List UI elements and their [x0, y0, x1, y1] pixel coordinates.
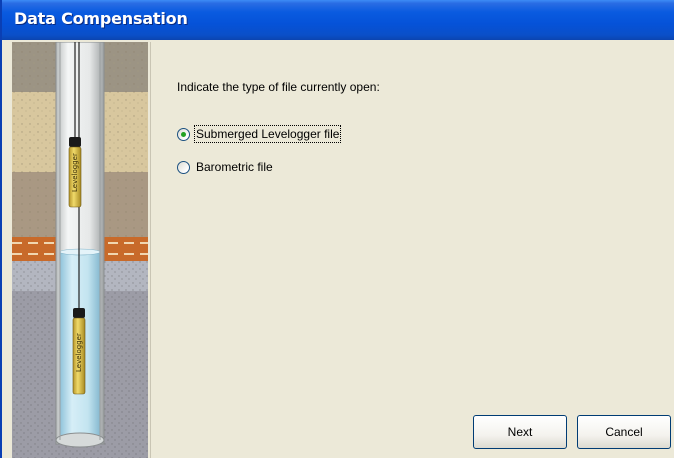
radio-option-barometric[interactable]: Barometric file	[177, 160, 273, 174]
radio-label-barometric[interactable]: Barometric file	[196, 160, 273, 174]
radio-button-barometric[interactable]	[177, 160, 190, 174]
upper-logger-label: Levelogger	[71, 153, 79, 192]
well-illustration: Levelogger Levelogger	[12, 42, 148, 458]
content-panel: Indicate the type of file currently open…	[150, 42, 674, 458]
lower-logger-label: Levelogger	[75, 333, 83, 372]
window-title: Data Compensation	[14, 9, 188, 28]
lower-logger: Levelogger	[72, 308, 86, 395]
data-compensation-dialog: Data Compensation Levelogger Levelogger …	[0, 0, 674, 458]
radio-label-submerged[interactable]: Submerged Levelogger file	[193, 125, 342, 143]
upper-logger: Levelogger	[68, 137, 82, 208]
file-type-prompt: Indicate the type of file currently open…	[177, 80, 380, 94]
radio-option-submerged[interactable]: Submerged Levelogger file	[177, 125, 342, 143]
well-cross-section-image: Levelogger Levelogger	[12, 42, 148, 458]
radio-button-submerged[interactable]	[177, 127, 190, 141]
title-bar[interactable]: Data Compensation	[2, 0, 674, 40]
cancel-button[interactable]: Cancel	[577, 415, 671, 449]
next-button[interactable]: Next	[473, 415, 567, 449]
